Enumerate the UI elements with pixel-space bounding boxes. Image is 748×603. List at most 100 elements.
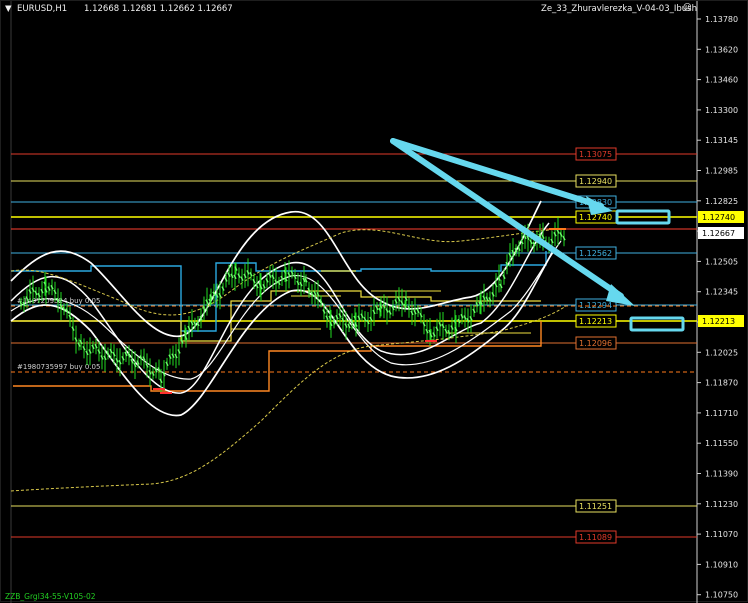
candle-body bbox=[491, 292, 495, 297]
candle-body bbox=[466, 318, 470, 323]
candle-body bbox=[388, 310, 392, 315]
candle-body bbox=[372, 309, 376, 315]
candle-body bbox=[40, 288, 44, 294]
candle-body bbox=[413, 309, 417, 315]
order-label: #1980735997 buy 0.05 bbox=[17, 363, 100, 371]
candle-body bbox=[50, 284, 54, 290]
price-level-tag-label: 1.11251 bbox=[579, 502, 612, 511]
axis-tick-label: 1.11870 bbox=[705, 379, 738, 388]
candle-body bbox=[499, 283, 503, 289]
price-chart[interactable]: 1.13780 1.13620 1.13460 1.13300 1.13145 1.129… bbox=[1, 1, 748, 603]
annotation-arrow-upper bbox=[390, 138, 604, 209]
candle-body bbox=[296, 280, 300, 286]
candle-body bbox=[422, 321, 426, 327]
candle-body bbox=[240, 276, 244, 282]
candle-body bbox=[419, 312, 423, 318]
candle-body bbox=[171, 353, 175, 358]
candle-body bbox=[28, 289, 32, 294]
candle-body bbox=[157, 367, 161, 372]
candle-body bbox=[375, 305, 379, 311]
candle-body bbox=[508, 252, 512, 258]
candle-body bbox=[335, 314, 339, 320]
candle-body bbox=[432, 332, 436, 337]
candle-body bbox=[517, 246, 521, 252]
candle-body bbox=[174, 353, 178, 359]
candle-body bbox=[277, 280, 281, 286]
price-level-tag-label: 1.12213 bbox=[579, 317, 612, 326]
chart-window[interactable]: 1.13780 1.13620 1.13460 1.13300 1.13145 1.129… bbox=[0, 0, 748, 603]
candle-body bbox=[85, 350, 89, 356]
current-price-label: 1.12667 bbox=[702, 229, 735, 238]
candle-body bbox=[385, 308, 389, 313]
candle-body bbox=[299, 281, 303, 287]
candle-body bbox=[246, 270, 250, 275]
candle-body bbox=[360, 313, 364, 319]
candle-body bbox=[394, 299, 398, 304]
candle-body bbox=[177, 349, 181, 354]
axis-tick-label: 1.10910 bbox=[705, 560, 738, 569]
candle-body bbox=[425, 328, 429, 334]
candle-body bbox=[482, 295, 486, 301]
candle-body bbox=[313, 291, 317, 296]
axis-tick-label: 1.13620 bbox=[705, 45, 738, 54]
candle-body bbox=[227, 272, 231, 278]
ohlc-values: 1.12668 1.12681 1.12662 1.12667 bbox=[84, 4, 233, 14]
candle-body bbox=[447, 329, 451, 335]
candle-body bbox=[255, 283, 259, 289]
candle-body bbox=[287, 272, 291, 277]
axis-tick-label: 1.12505 bbox=[705, 257, 738, 266]
candle-body bbox=[243, 273, 247, 279]
candle-body bbox=[230, 273, 234, 279]
candle-body bbox=[224, 277, 228, 282]
candle-body bbox=[450, 325, 454, 330]
candle-body bbox=[218, 292, 222, 298]
price-level-tag-label: 1.12740 bbox=[579, 213, 612, 222]
candle-body bbox=[268, 273, 272, 278]
candle-body bbox=[103, 355, 107, 361]
candle-body bbox=[118, 359, 122, 365]
candle-body bbox=[400, 300, 404, 306]
candle-body bbox=[559, 232, 563, 237]
footer-indicator-label: ZZB_Grgl34-55-V105-02 bbox=[5, 592, 96, 601]
candle-body bbox=[115, 357, 119, 363]
axis-tick-label: 1.10750 bbox=[705, 591, 738, 600]
candle-body bbox=[31, 287, 35, 292]
candle-body bbox=[62, 306, 66, 312]
candle-body bbox=[205, 299, 209, 304]
candle-body bbox=[233, 274, 237, 280]
candle-body bbox=[74, 337, 78, 342]
candle-body bbox=[460, 313, 464, 319]
candle-body bbox=[148, 370, 152, 375]
candle-body bbox=[344, 323, 348, 328]
candle-body bbox=[338, 313, 342, 318]
candle-body bbox=[494, 282, 498, 288]
axis-tick-label: 1.12345 bbox=[705, 288, 738, 297]
candle-body bbox=[457, 318, 461, 324]
axis-tick-label: 1.12825 bbox=[705, 197, 738, 206]
axis-tick-label: 1.12985 bbox=[705, 167, 738, 176]
candle-body bbox=[410, 310, 414, 316]
candle-body bbox=[463, 315, 467, 320]
menu-triangle-icon[interactable]: ▼ bbox=[5, 4, 12, 14]
price-level-tag-label: 1.12096 bbox=[579, 339, 612, 348]
axis-tick-label: 1.13780 bbox=[705, 15, 738, 24]
candle-body bbox=[190, 320, 194, 326]
candle-body bbox=[357, 315, 361, 321]
candle-body bbox=[68, 314, 72, 320]
candle-body bbox=[347, 323, 351, 329]
candle-body bbox=[416, 308, 420, 314]
price-level-tag-label: 1.13075 bbox=[579, 150, 612, 159]
candle-body bbox=[472, 308, 476, 314]
candle-body bbox=[221, 286, 225, 291]
candle-body bbox=[529, 239, 533, 245]
candle-body bbox=[485, 296, 489, 302]
candle-body bbox=[444, 328, 448, 334]
candle-body bbox=[523, 234, 527, 240]
candle-body bbox=[249, 271, 253, 277]
candle-body bbox=[106, 351, 110, 356]
candle-body bbox=[435, 326, 439, 332]
smiley-icon: ☺ bbox=[683, 3, 692, 13]
candle-body bbox=[325, 315, 329, 321]
yellow-axis-tag-label: 1.12740 bbox=[702, 213, 735, 222]
candle-body bbox=[100, 355, 104, 360]
